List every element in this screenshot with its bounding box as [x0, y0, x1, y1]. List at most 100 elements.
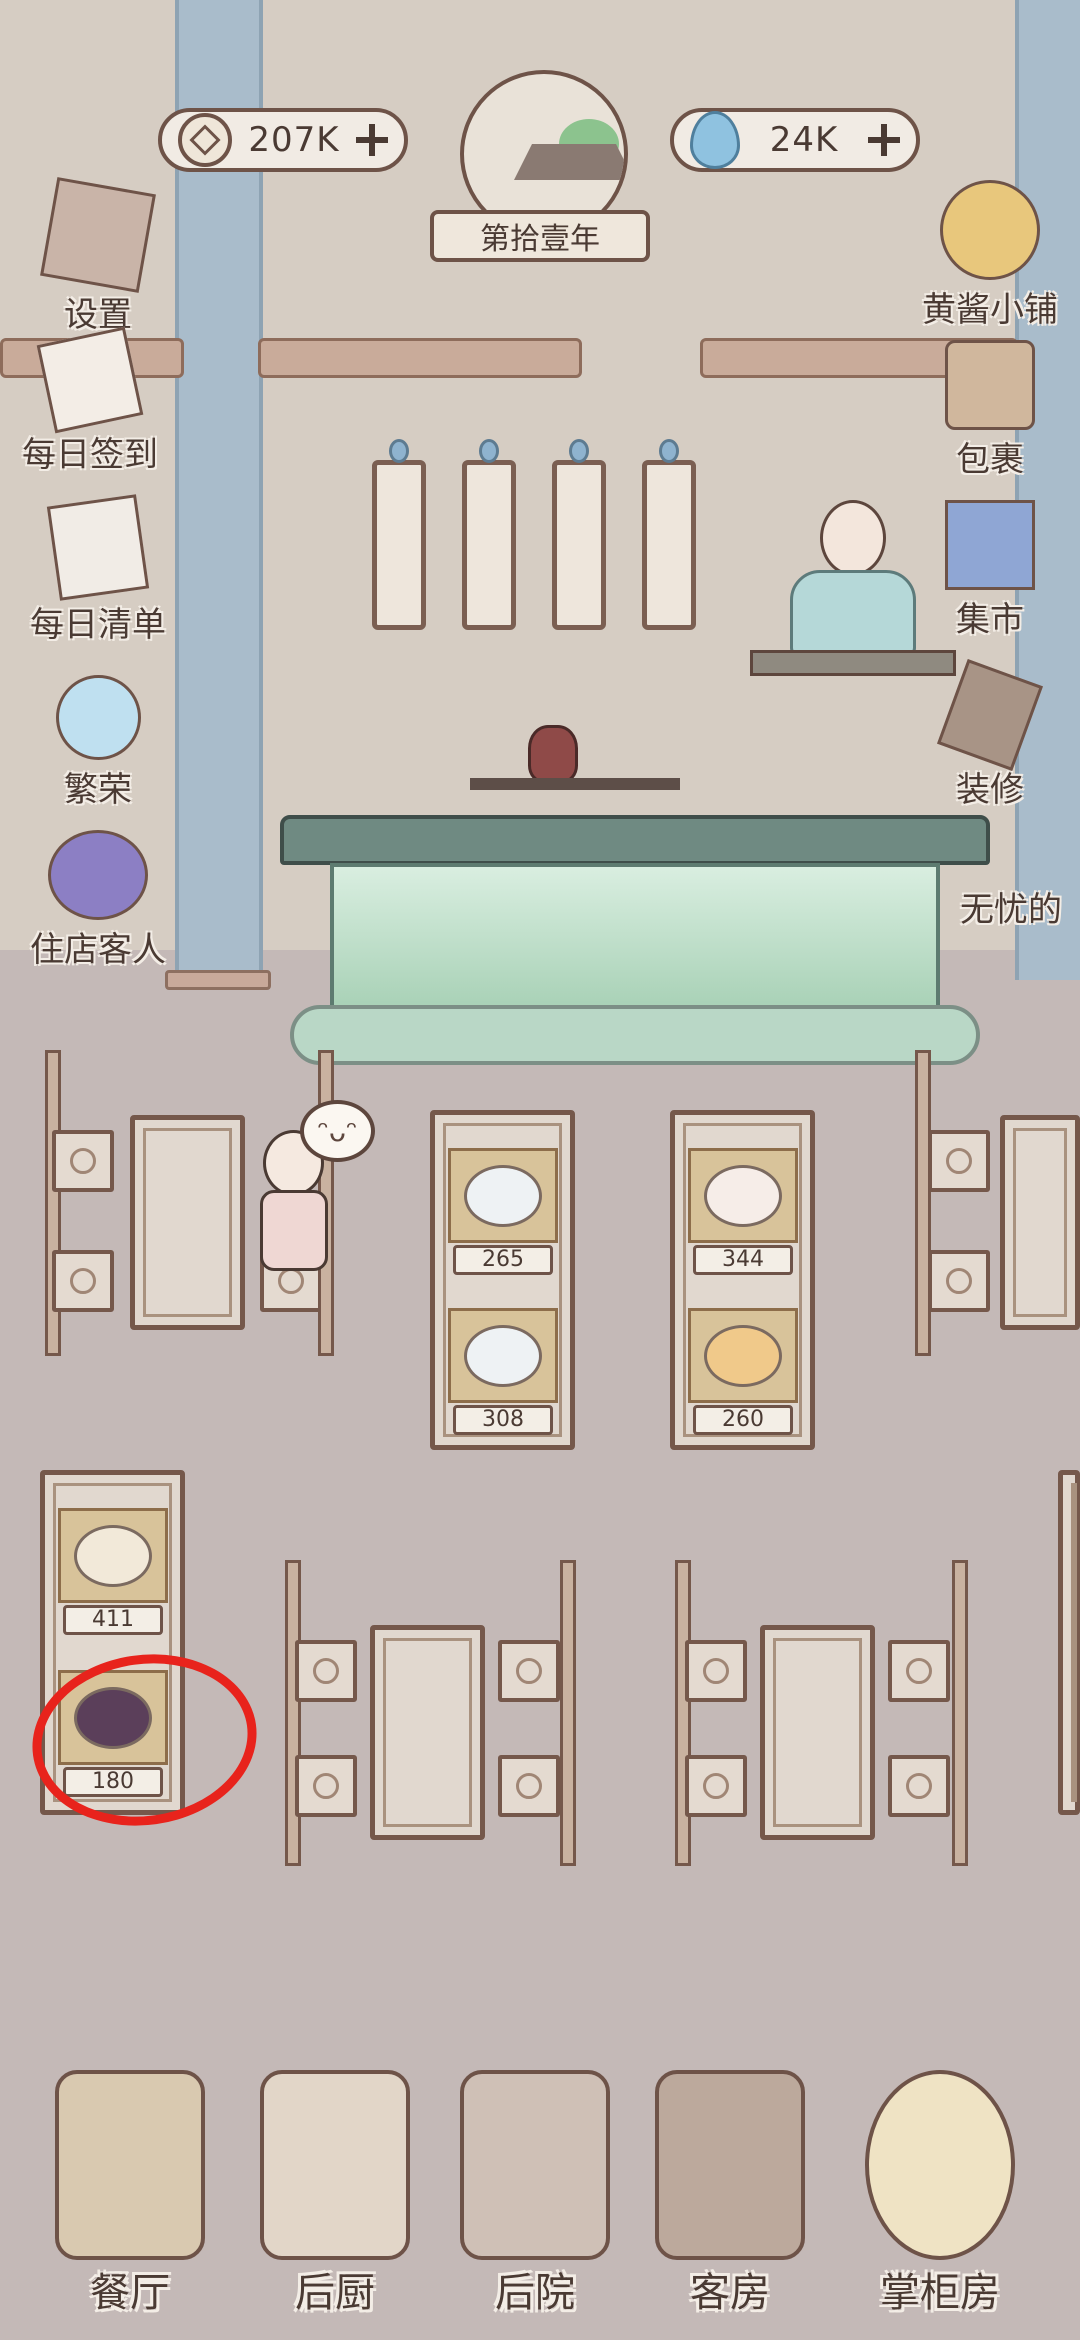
center-beam — [258, 338, 582, 378]
dish-price: 265 — [453, 1245, 553, 1275]
dish-price: 308 — [453, 1405, 553, 1435]
dish-mat — [688, 1148, 798, 1243]
jade-counter[interactable]: 24K — [670, 108, 920, 172]
menu-huangjiang-shop[interactable]: 黄酱小铺 — [910, 180, 1070, 331]
chair-post — [560, 1560, 576, 1866]
rice-bowl-icon — [464, 1324, 542, 1387]
customer-emote-bubble: ᵔᴗᵔ — [300, 1100, 375, 1162]
chair-post — [952, 1560, 968, 1866]
rice-bowl-icon — [464, 1164, 542, 1227]
add-coins-icon[interactable] — [355, 124, 388, 156]
emote-face-icon: ᵔᴗᵔ — [317, 1114, 358, 1148]
wall-scroll-4 — [642, 439, 696, 630]
year-emblem[interactable]: 第拾壹年 — [430, 70, 650, 262]
dish-slot[interactable]: 265 — [448, 1148, 558, 1275]
nav-guest-room[interactable]: 客房 — [635, 2050, 825, 2340]
sign-in-icon — [36, 326, 144, 434]
jade-drop-icon — [690, 111, 740, 169]
chair[interactable] — [888, 1755, 950, 1817]
dining-table-empty[interactable] — [1058, 1470, 1080, 1815]
menu-huangjiang-shop-label: 黄酱小铺 — [922, 290, 1058, 330]
nav-kitchen[interactable]: 后厨 — [240, 2050, 430, 2340]
menu-daily-checklist-label: 每日清单 — [30, 605, 166, 645]
menu-resident-guests[interactable]: 住店客人 — [18, 830, 178, 971]
menu-settings-label: 设置 — [64, 295, 132, 335]
wine-jar-icon — [528, 725, 578, 783]
dish-slot[interactable]: 411 — [58, 1508, 168, 1635]
menu-daily-signin[interactable]: 每日签到 — [10, 326, 170, 476]
chair[interactable] — [888, 1640, 950, 1702]
chair[interactable] — [685, 1640, 747, 1702]
counter-landscape-panel — [330, 863, 940, 1013]
dish-slot[interactable]: 260 — [688, 1308, 798, 1435]
chair[interactable] — [295, 1755, 357, 1817]
chair[interactable] — [928, 1130, 990, 1192]
dining-table-empty[interactable] — [1000, 1115, 1080, 1330]
dish-price: 411 — [63, 1605, 163, 1635]
jade-value: 24K — [769, 120, 839, 160]
restaurant-icon — [55, 2070, 205, 2260]
menu-bag[interactable]: 包裹 — [910, 340, 1070, 481]
prosperity-icon — [55, 675, 141, 760]
dining-table-empty[interactable] — [760, 1625, 875, 1840]
chair-post — [285, 1560, 301, 1866]
dish-mat — [58, 1508, 168, 1603]
nav-restaurant[interactable]: 餐厅 — [35, 2050, 225, 2340]
year-label: 第拾壹年 — [430, 210, 650, 262]
add-jade-icon[interactable] — [868, 124, 900, 156]
dish-mat — [448, 1148, 558, 1243]
menu-daily-signin-label: 每日签到 — [22, 435, 158, 475]
dish-slot[interactable]: 344 — [688, 1148, 798, 1275]
guest-room-icon — [655, 2070, 805, 2260]
chair[interactable] — [498, 1755, 560, 1817]
ancestor-altar[interactable] — [750, 470, 956, 700]
chair[interactable] — [685, 1755, 747, 1817]
nav-backyard-label: 后院 — [495, 2270, 575, 2316]
kitchen-icon — [260, 2070, 410, 2260]
nav-backyard[interactable]: 后院 — [440, 2050, 630, 2340]
dish-price: 344 — [693, 1245, 793, 1275]
dish-slot[interactable]: 308 — [448, 1308, 558, 1435]
fried-tofu-icon — [704, 1324, 782, 1387]
wall-scroll-1 — [372, 439, 426, 630]
wall-scroll-2 — [462, 439, 516, 630]
figure-robe-icon — [790, 570, 916, 656]
display-shelf — [470, 778, 680, 790]
dish-mat — [688, 1308, 798, 1403]
checklist-icon — [46, 494, 150, 601]
nav-manager-room[interactable]: 掌柜房 — [845, 2050, 1035, 2340]
chair[interactable] — [498, 1640, 560, 1702]
menu-prosperity[interactable]: 繁荣 — [18, 675, 178, 811]
coin-counter[interactable]: 207K — [158, 108, 408, 172]
dining-table-empty[interactable] — [130, 1115, 245, 1330]
reception-counter[interactable] — [280, 815, 990, 1065]
chair[interactable] — [928, 1250, 990, 1312]
guest-icon — [48, 830, 148, 920]
candied-haws-icon — [704, 1164, 782, 1227]
bottom-nav: 餐厅 后厨 后院 客房 掌柜房 — [0, 2050, 1080, 2340]
dish-price: 260 — [693, 1405, 793, 1435]
market-icon — [945, 500, 1035, 590]
coin-value: 207K — [248, 120, 340, 160]
nav-manager-room-label: 掌柜房 — [880, 2270, 1000, 2316]
altar-shelf — [750, 650, 956, 676]
chair[interactable] — [52, 1130, 114, 1192]
menu-daily-checklist[interactable]: 每日清单 — [18, 494, 178, 646]
dining-table-empty[interactable] — [370, 1625, 485, 1840]
nav-kitchen-label: 后厨 — [295, 2270, 375, 2316]
dumpling-plate-icon — [74, 1524, 152, 1587]
menu-prosperity-label: 繁荣 — [64, 770, 132, 810]
nav-restaurant-label: 餐厅 — [90, 2270, 170, 2316]
bag-icon — [945, 340, 1035, 430]
menu-settings[interactable]: 设置 — [18, 177, 178, 336]
chair[interactable] — [295, 1640, 357, 1702]
counter-roof — [280, 815, 990, 865]
dish-mat — [448, 1308, 558, 1403]
game-screen: 207K 24K 第拾壹年 设置 每日签到 每日清单 繁荣 住店客人 黄酱小铺 — [0, 0, 1080, 2340]
menu-decorate-label: 装修 — [956, 770, 1024, 810]
coin-icon — [178, 113, 232, 167]
menu-resident-guests-label: 住店客人 — [30, 930, 166, 970]
chair[interactable] — [52, 1250, 114, 1312]
customer-body-icon — [260, 1190, 328, 1271]
settings-box-icon — [40, 177, 156, 293]
